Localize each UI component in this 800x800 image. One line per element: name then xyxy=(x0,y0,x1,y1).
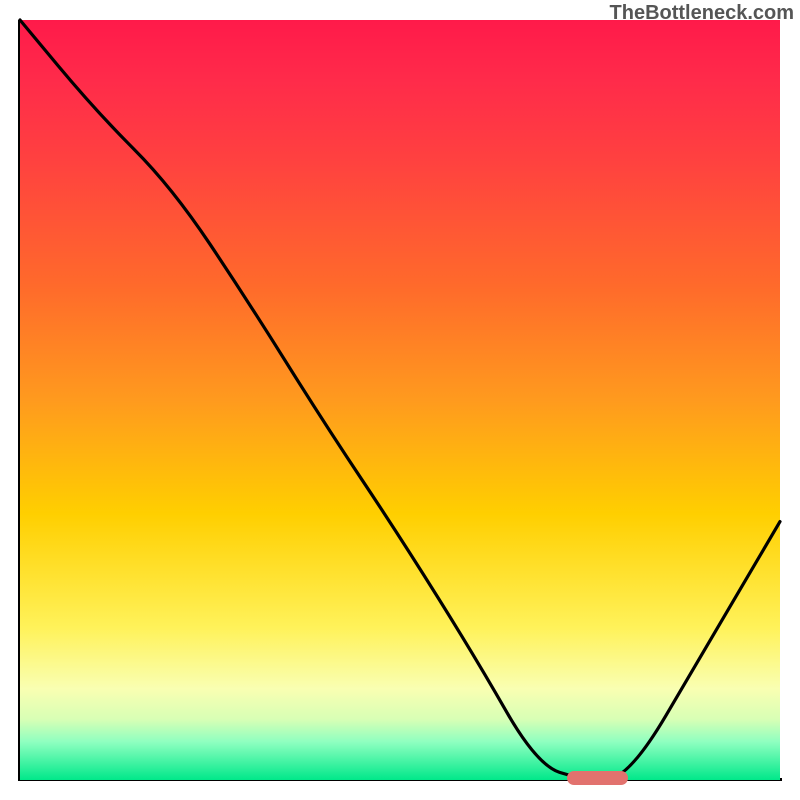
plot-area xyxy=(20,20,780,780)
optimal-range-marker xyxy=(567,771,628,785)
bottleneck-chart: TheBottleneck.com xyxy=(0,0,800,800)
bottleneck-curve xyxy=(20,20,780,780)
